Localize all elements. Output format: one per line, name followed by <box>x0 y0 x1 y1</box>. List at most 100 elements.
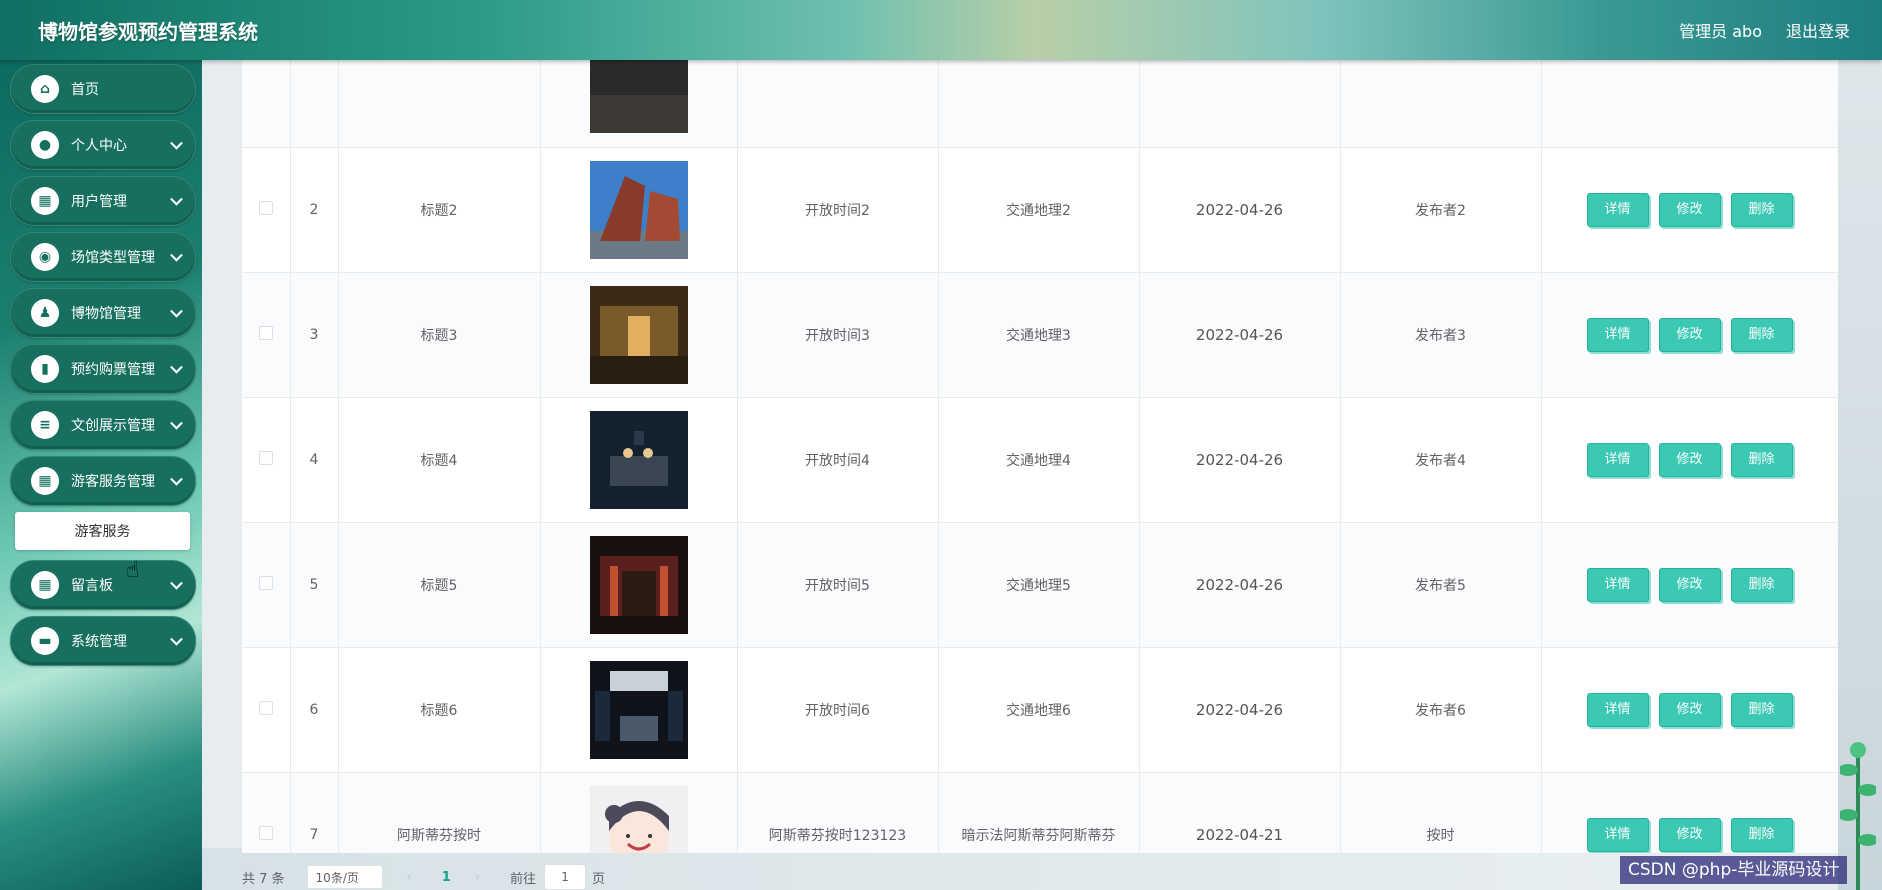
table-row: 2 标题2 开放时间2 交通地理2 2022-04-26 发布者2 详情 修改 删除 <box>242 147 1838 273</box>
edit-button[interactable]: 修改 <box>1658 692 1721 727</box>
row-title <box>338 60 541 148</box>
chevron-down-icon <box>170 248 183 262</box>
row-checkbox[interactable] <box>258 325 273 340</box>
logout-link[interactable]: 退出登录 <box>1786 18 1850 42</box>
sidebar-item-4[interactable]: ◉ 场馆类型管理 <box>10 232 196 282</box>
sidebar-item-label: 预约购票管理 <box>71 362 155 378</box>
sidebar-item-6[interactable]: ▮ 预约购票管理 <box>10 344 196 394</box>
museum-thumbnail <box>589 660 688 759</box>
sidebar-item-label: 留言板 <box>71 578 113 594</box>
row-checkbox[interactable] <box>258 700 273 715</box>
stamp-icon: ♟ <box>31 299 59 327</box>
sidebar-item-7[interactable]: ≡ 文创展示管理 <box>10 400 196 450</box>
sidebar-item-label: 首页 <box>71 82 99 98</box>
museum-thumbnail <box>589 160 688 259</box>
row-date <box>1139 60 1341 148</box>
museum-table: 2 标题2 开放时间2 交通地理2 2022-04-26 发布者2 详情 修改 删除 3 标题3 开放… <box>242 60 1838 853</box>
table-row: 3 标题3 开放时间3 交通地理3 2022-04-26 发布者3 详情 修改 删除 <box>242 272 1838 398</box>
row-open-time: 开放时间3 <box>737 272 939 398</box>
sidebar-item-3[interactable]: ▦ 用户管理 <box>10 176 196 226</box>
table-row: 5 标题5 开放时间5 交通地理5 2022-04-26 发布者5 详情 修改 删除 <box>242 522 1838 648</box>
location-icon: ◉ <box>31 243 59 271</box>
top-header: 博物馆参观预约管理系统 管理员 abo 退出登录 <box>0 0 1882 60</box>
submenu-item-visitor-service[interactable]: 游客服务 <box>15 512 190 550</box>
row-index: 6 <box>290 647 339 773</box>
row-publisher: 发布者5 <box>1340 522 1542 648</box>
sidebar-item-8[interactable]: ▦ 游客服务管理 <box>10 456 196 506</box>
delete-button[interactable]: 删除 <box>1730 192 1793 227</box>
row-image-cell <box>540 772 738 853</box>
edit-button[interactable]: 修改 <box>1658 317 1721 352</box>
chevron-down-icon <box>170 192 183 206</box>
row-index: 3 <box>290 272 339 398</box>
checkbox-cell <box>242 147 291 273</box>
user-icon: ● <box>31 131 59 159</box>
sidebar-item-label: 用户管理 <box>71 194 127 210</box>
admin-username: 管理员 abo <box>1679 22 1762 41</box>
edit-button[interactable]: 修改 <box>1658 817 1721 852</box>
sidebar-item-5[interactable]: ♟ 博物馆管理 <box>10 288 196 338</box>
chevron-down-icon <box>170 304 183 318</box>
row-image-cell <box>540 272 738 398</box>
row-traffic: 交通地理3 <box>938 272 1140 398</box>
edit-button[interactable]: 修改 <box>1658 567 1721 602</box>
delete-button[interactable]: 删除 <box>1730 692 1793 727</box>
page-size-select[interactable]: 10条/页 <box>306 865 383 889</box>
detail-button[interactable]: 详情 <box>1586 692 1649 727</box>
sidebar-item-2[interactable]: ● 个人中心 <box>10 120 196 170</box>
row-actions: 详情 修改 删除 <box>1541 522 1838 648</box>
sidebar-item-1[interactable]: ⌂ 首页 <box>10 64 196 114</box>
row-date: 2022-04-26 <box>1139 272 1341 398</box>
row-checkbox[interactable] <box>258 200 273 215</box>
detail-button[interactable]: 详情 <box>1586 817 1649 852</box>
detail-button[interactable]: 详情 <box>1586 317 1649 352</box>
detail-button[interactable]: 详情 <box>1586 567 1649 602</box>
row-index <box>290 60 339 148</box>
row-traffic: 交通地理6 <box>938 647 1140 773</box>
row-actions: 详情 修改 删除 <box>1541 397 1838 523</box>
page-number-current[interactable]: 1 <box>442 870 451 885</box>
chevron-down-icon <box>170 136 183 150</box>
row-checkbox[interactable] <box>258 825 273 840</box>
row-title: 阿斯蒂芬按时 <box>338 772 541 853</box>
row-index: 5 <box>290 522 339 648</box>
checkbox-cell <box>242 272 291 398</box>
row-index: 2 <box>290 147 339 273</box>
row-index: 4 <box>290 397 339 523</box>
goto-page-input[interactable]: 1 <box>544 864 587 890</box>
row-publisher: 发布者4 <box>1340 397 1542 523</box>
delete-button[interactable]: 删除 <box>1730 317 1793 352</box>
grid-icon: ▦ <box>31 571 59 599</box>
edit-button[interactable]: 修改 <box>1658 192 1721 227</box>
row-checkbox[interactable] <box>258 575 273 590</box>
grid-icon: ▦ <box>31 467 59 495</box>
grid-icon: ▦ <box>31 187 59 215</box>
goto-suffix: 页 <box>592 871 606 887</box>
detail-button[interactable]: 详情 <box>1586 192 1649 227</box>
row-actions: 详情 修改 删除 <box>1541 772 1838 853</box>
row-traffic: 暗示法阿斯蒂芬阿斯蒂芬 <box>938 772 1140 853</box>
row-open-time: 开放时间4 <box>737 397 939 523</box>
app-title: 博物馆参观预约管理系统 <box>38 19 258 44</box>
table-row: 4 标题4 开放时间4 交通地理4 2022-04-26 发布者4 详情 修改 删除 <box>242 397 1838 523</box>
prev-page-icon[interactable]: ‹ <box>407 870 412 885</box>
row-publisher: 发布者6 <box>1340 647 1542 773</box>
sidebar-item-label: 游客服务管理 <box>71 474 155 490</box>
sidebar-item-9[interactable]: ▦ 留言板 <box>10 560 196 610</box>
row-traffic <box>938 60 1140 148</box>
sidebar-item-10[interactable]: ▬ 系统管理 <box>10 616 196 666</box>
detail-button[interactable]: 详情 <box>1586 442 1649 477</box>
row-checkbox[interactable] <box>258 450 273 465</box>
row-open-time: 阿斯蒂芬按时123123 <box>737 772 939 853</box>
next-page-icon[interactable]: › <box>475 870 480 885</box>
museum-thumbnail <box>589 785 688 853</box>
delete-button[interactable]: 删除 <box>1730 442 1793 477</box>
edit-button[interactable]: 修改 <box>1658 442 1721 477</box>
row-actions: 详情 修改 删除 <box>1541 272 1838 398</box>
row-image-cell <box>540 522 738 648</box>
delete-button[interactable]: 删除 <box>1730 567 1793 602</box>
table-row: 6 标题6 开放时间6 交通地理6 2022-04-26 发布者6 详情 修改 删除 <box>242 647 1838 773</box>
row-open-time: 开放时间2 <box>737 147 939 273</box>
delete-button[interactable]: 删除 <box>1730 817 1793 852</box>
chevron-down-icon <box>170 416 183 430</box>
